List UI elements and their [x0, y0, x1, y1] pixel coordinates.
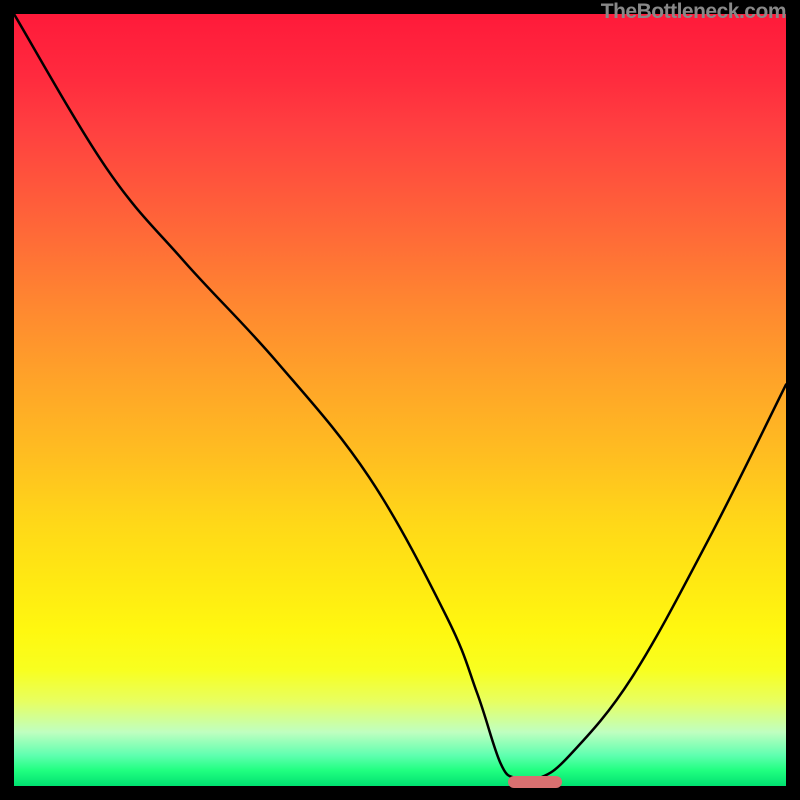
chart-container: TheBottleneck.com — [0, 0, 800, 800]
watermark-text: TheBottleneck.com — [601, 0, 786, 24]
optimal-range-marker — [508, 776, 562, 788]
plot-area — [14, 14, 786, 786]
bottleneck-curve — [14, 14, 786, 786]
